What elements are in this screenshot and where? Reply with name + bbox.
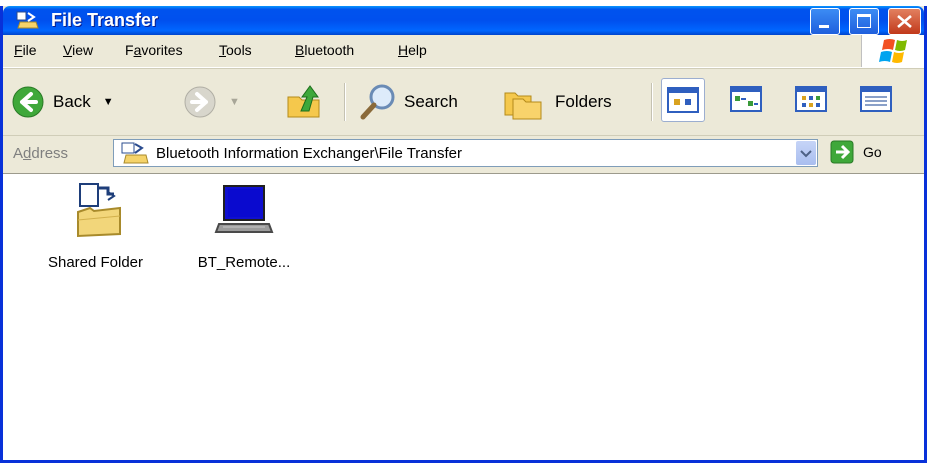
address-input[interactable]: Bluetooth Information Exchanger\File Tra… (113, 139, 818, 167)
up-folder-button[interactable] (285, 81, 325, 121)
maximize-icon (857, 14, 871, 28)
back-arrow-icon (12, 86, 44, 118)
icons-view-icon (795, 86, 827, 112)
close-icon (897, 15, 912, 28)
forward-dropdown-icon[interactable]: ▼ (229, 96, 240, 108)
minimize-button[interactable] (810, 8, 840, 35)
file-list-pane[interactable]: Shared Folder BT_Remote... (3, 173, 924, 463)
menu-favorites[interactable]: Favorites (125, 42, 183, 58)
close-button[interactable] (888, 8, 921, 35)
go-arrow-icon (830, 140, 854, 164)
go-button[interactable]: Go (830, 140, 882, 164)
folders-icon (504, 92, 542, 120)
minimize-icon (819, 25, 829, 28)
back-button[interactable]: Back ▼ (11, 85, 114, 119)
up-folder-icon (287, 85, 320, 118)
title-bar[interactable]: File Transfer (3, 6, 924, 35)
laptop-icon (214, 185, 274, 233)
address-bar: Address Bluetooth Information Exchanger\… (3, 136, 924, 172)
address-path: Bluetooth Information Exchanger\File Tra… (156, 145, 462, 162)
folders-label: Folders (555, 92, 612, 111)
thumbnails-view-icon (667, 87, 699, 113)
standard-toolbar: Back ▼ ▼ Search Folders (3, 68, 924, 136)
forward-button[interactable]: ▼ (183, 85, 240, 119)
explorer-window: File Transfer File View Favorites Tools … (0, 6, 927, 463)
search-button[interactable]: Search (358, 81, 458, 123)
views-icons-button[interactable] (793, 81, 829, 117)
folders-button[interactable]: Folders (501, 81, 612, 123)
file-item-shared-folder[interactable]: Shared Folder (23, 180, 168, 271)
maximize-button[interactable] (849, 8, 879, 35)
file-item-bt-remote[interactable]: BT_Remote... (169, 180, 319, 271)
views-details-button[interactable] (858, 81, 894, 117)
search-icon (360, 84, 395, 120)
menu-tools[interactable]: Tools (219, 42, 252, 58)
chevron-down-icon (800, 150, 812, 158)
menu-help[interactable]: Help (398, 42, 427, 58)
menu-bar: File View Favorites Tools Bluetooth Help (3, 35, 924, 68)
file-name: Shared Folder (47, 254, 144, 271)
menu-view[interactable]: View (63, 42, 93, 58)
views-thumbnails-button[interactable] (661, 78, 705, 122)
address-label: Address (13, 145, 69, 162)
tiles-view-icon (730, 86, 762, 112)
file-name: BT_Remote... (197, 254, 291, 271)
bluetooth-folder-icon (121, 142, 149, 164)
address-dropdown-button[interactable] (796, 141, 816, 165)
menu-bluetooth[interactable]: Bluetooth (295, 42, 354, 58)
bluetooth-folder-icon (16, 11, 39, 29)
search-label: Search (404, 92, 458, 111)
shared-folder-icon (76, 183, 121, 238)
menu-file[interactable]: File (14, 42, 37, 58)
back-label: Back (53, 92, 91, 111)
back-dropdown-icon[interactable]: ▼ (103, 96, 114, 108)
views-tiles-button[interactable] (728, 81, 764, 117)
window-title: File Transfer (51, 10, 159, 30)
windows-logo-icon (861, 35, 924, 67)
forward-arrow-icon (184, 86, 216, 118)
go-label: Go (863, 144, 882, 160)
details-view-icon (860, 86, 892, 112)
